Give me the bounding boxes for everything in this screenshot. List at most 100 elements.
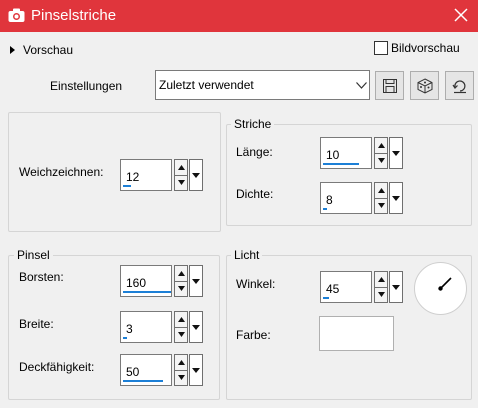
increment-button[interactable] bbox=[374, 271, 388, 288]
chevron-up-icon bbox=[377, 276, 385, 282]
presets-label: Einstellungen bbox=[50, 79, 123, 93]
laenge-value: 10 bbox=[326, 148, 340, 162]
preview-label: Vorschau bbox=[23, 43, 74, 57]
dichte-spinner[interactable]: 8 bbox=[320, 182, 404, 214]
window-title: Pinselstriche bbox=[31, 7, 117, 24]
slider-dropdown-button[interactable] bbox=[189, 159, 203, 191]
chevron-down-icon bbox=[177, 286, 185, 292]
value-indicator bbox=[123, 291, 171, 293]
random-dice-icon bbox=[417, 77, 432, 94]
chevron-down-icon bbox=[177, 332, 185, 338]
save-preset-button[interactable] bbox=[375, 71, 404, 100]
increment-button[interactable] bbox=[174, 159, 188, 176]
value-indicator bbox=[323, 208, 327, 210]
increment-button[interactable] bbox=[374, 182, 388, 199]
weichzeichnen-spinner[interactable]: 12 bbox=[120, 159, 204, 191]
chevron-up-icon bbox=[177, 316, 185, 322]
decrement-button[interactable] bbox=[174, 327, 188, 343]
weichzeichnen-value: 12 bbox=[126, 170, 140, 184]
dropdown-arrow-icon bbox=[192, 278, 200, 284]
value-indicator bbox=[323, 163, 359, 165]
chevron-down-icon bbox=[377, 292, 385, 298]
decrement-button[interactable] bbox=[174, 370, 188, 386]
laenge-input[interactable]: 10 bbox=[320, 137, 372, 169]
chevron-down-icon bbox=[377, 203, 385, 209]
random-settings-button[interactable] bbox=[410, 71, 439, 100]
slider-dropdown-button[interactable] bbox=[189, 265, 203, 297]
dropdown-arrow-icon bbox=[392, 284, 400, 290]
dropdown-arrow-icon bbox=[192, 367, 200, 373]
chevron-down-icon[interactable] bbox=[352, 71, 369, 99]
dichte-input[interactable]: 8 bbox=[320, 182, 372, 214]
chevron-down-icon bbox=[177, 375, 185, 381]
image-preview-checkbox[interactable] bbox=[374, 41, 388, 55]
dichte-label: Dichte: bbox=[236, 187, 274, 201]
deckfaehigkeit-spinner[interactable]: 50 bbox=[120, 354, 204, 386]
deckfaehigkeit-value: 50 bbox=[126, 365, 140, 379]
slider-dropdown-button[interactable] bbox=[389, 182, 403, 214]
increment-button[interactable] bbox=[174, 265, 188, 282]
chevron-up-icon bbox=[177, 270, 185, 276]
image-preview-checkbox-group[interactable]: Bildvorschau bbox=[374, 41, 460, 55]
slider-dropdown-button[interactable] bbox=[389, 271, 403, 303]
deckfaehigkeit-input[interactable]: 50 bbox=[120, 354, 172, 386]
chevron-down-icon bbox=[177, 180, 185, 186]
slider-dropdown-button[interactable] bbox=[189, 354, 203, 386]
dropdown-arrow-icon bbox=[192, 172, 200, 178]
borsten-label: Borsten: bbox=[19, 270, 64, 284]
slider-dropdown-button[interactable] bbox=[189, 311, 203, 343]
value-indicator bbox=[123, 380, 163, 382]
winkel-input[interactable]: 45 bbox=[320, 271, 372, 303]
increment-button[interactable] bbox=[174, 311, 188, 328]
decrement-button[interactable] bbox=[374, 198, 388, 214]
borsten-spinner[interactable]: 160 bbox=[120, 265, 204, 297]
farbe-label: Farbe: bbox=[236, 328, 271, 342]
presets-selected-value: Zuletzt verwendet bbox=[159, 78, 254, 92]
winkel-value: 45 bbox=[326, 282, 340, 296]
laenge-spinner[interactable]: 10 bbox=[320, 137, 404, 169]
dichte-value: 8 bbox=[326, 193, 333, 207]
reset-defaults-button[interactable] bbox=[445, 71, 474, 100]
expand-arrow-icon bbox=[10, 46, 15, 54]
camera-icon bbox=[8, 8, 25, 22]
breite-label: Breite: bbox=[19, 317, 54, 331]
value-indicator bbox=[323, 297, 329, 299]
licht-title: Licht bbox=[231, 248, 263, 262]
decrement-button[interactable] bbox=[174, 281, 188, 297]
decrement-button[interactable] bbox=[374, 287, 388, 303]
save-icon bbox=[382, 78, 397, 93]
dropdown-arrow-icon bbox=[392, 195, 400, 201]
breite-value: 3 bbox=[126, 322, 133, 336]
pinsel-title: Pinsel bbox=[14, 248, 53, 262]
chevron-down-icon bbox=[377, 158, 385, 164]
reset-icon bbox=[452, 79, 466, 93]
borsten-input[interactable]: 160 bbox=[120, 265, 172, 297]
increment-button[interactable] bbox=[174, 354, 188, 371]
breite-input[interactable]: 3 bbox=[120, 311, 172, 343]
decrement-button[interactable] bbox=[374, 153, 388, 169]
decrement-button[interactable] bbox=[174, 175, 188, 191]
winkel-spinner[interactable]: 45 bbox=[320, 271, 404, 303]
farbe-color-swatch[interactable] bbox=[319, 316, 394, 351]
increment-button[interactable] bbox=[374, 137, 388, 154]
presets-dropdown[interactable]: Zuletzt verwendet bbox=[155, 70, 370, 100]
chevron-up-icon bbox=[377, 187, 385, 193]
dropdown-arrow-icon bbox=[192, 324, 200, 330]
laenge-label: Länge: bbox=[236, 145, 273, 159]
breite-spinner[interactable]: 3 bbox=[120, 311, 204, 343]
deckfaehigkeit-label: Deckfähigkeit: bbox=[19, 360, 95, 374]
title-bar: Pinselstriche bbox=[0, 0, 478, 32]
chevron-up-icon bbox=[177, 359, 185, 365]
preview-toggle[interactable]: Vorschau bbox=[10, 42, 73, 58]
weichzeichnen-label: Weichzeichnen: bbox=[19, 165, 104, 179]
angle-dial[interactable] bbox=[414, 262, 467, 315]
image-preview-label: Bildvorschau bbox=[391, 41, 460, 55]
close-icon[interactable] bbox=[452, 6, 470, 24]
angle-dial-icon bbox=[438, 277, 452, 291]
weichzeichnen-input[interactable]: 12 bbox=[120, 159, 172, 191]
striche-title: Striche bbox=[231, 117, 275, 131]
value-indicator bbox=[123, 185, 131, 187]
chevron-up-icon bbox=[177, 164, 185, 170]
slider-dropdown-button[interactable] bbox=[389, 137, 403, 169]
winkel-label: Winkel: bbox=[236, 277, 276, 291]
